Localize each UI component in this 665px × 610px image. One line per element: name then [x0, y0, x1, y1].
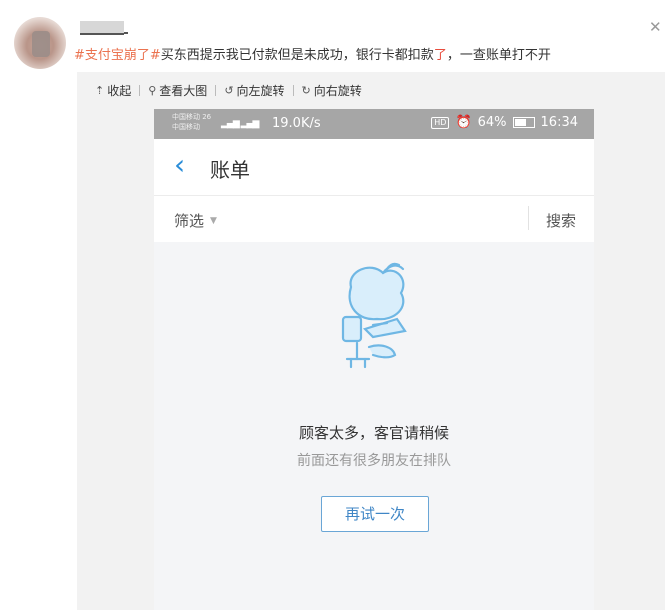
media-viewer: ⇡ 收起 ⚲ 查看大图 ↺ 向左旋转 ↻ 向右旋转 中国移动 26 中国移动 ▂▄▆ ▂… [77, 72, 665, 610]
filter-divider [528, 206, 529, 230]
avatar[interactable] [14, 17, 66, 69]
rotate-left-icon: ↺ [224, 84, 234, 97]
network-speed: 19.0K/s [272, 116, 321, 131]
phone-screenshot: 中国移动 26 中国移动 ▂▄▆ ▂▄▆ 19.0K/s HD ⏰ 64% 16… [154, 109, 594, 610]
retry-button[interactable]: 再试一次 [321, 496, 429, 532]
status-time: 16:34 [540, 115, 578, 130]
filter-bar: 筛选 ▼ 搜索 [154, 196, 594, 242]
post-body: 买东西提示我已付款但是未成功，银行卡都扣款 [160, 48, 434, 63]
hashtag-link[interactable]: #支付宝崩了# [74, 48, 161, 63]
magnifier-icon: ⚲ [148, 84, 157, 97]
status-right: HD ⏰ 64% 16:34 [431, 115, 578, 130]
search-button[interactable]: 搜索 [546, 210, 576, 231]
rotate-left-label: 向左旋转 [236, 84, 285, 98]
close-icon[interactable]: ✕ [649, 20, 663, 35]
caret-down-icon: ▼ [210, 215, 217, 226]
empty-state-title: 顾客太多，客官请稍候 [298, 424, 449, 442]
battery-fill [514, 119, 527, 126]
hd-icon: HD [431, 116, 450, 129]
status-bar: 中国移动 26 中国移动 ▂▄▆ ▂▄▆ 19.0K/s HD ⏰ 64% 16… [154, 109, 594, 139]
carrier-1: 中国移动 26 [172, 113, 212, 121]
view-large-button[interactable]: ⚲ 查看大图 [140, 82, 215, 99]
empty-state-subtitle: 前面还有很多朋友在排队 [297, 453, 451, 469]
page-title: 账单 [210, 158, 250, 182]
view-large-label: 查看大图 [159, 84, 208, 98]
username-underline [124, 32, 128, 34]
post-text: #支付宝崩了#买东西提示我已付款但是未成功，银行卡都扣款了，一查账单打不开 [74, 44, 551, 63]
rotate-right-icon: ↻ [301, 84, 311, 97]
media-toolbar: ⇡ 收起 ⚲ 查看大图 ↺ 向左旋转 ↻ 向右旋转 [95, 82, 370, 99]
nav-bar: ‹ 账单 [154, 139, 594, 196]
collapse-label: 收起 [107, 84, 132, 98]
alarm-icon: ⏰ [455, 115, 472, 130]
rotate-left-button[interactable]: ↺ 向左旋转 [216, 82, 292, 99]
avatar-blur [32, 31, 50, 57]
username-redacted[interactable] [80, 21, 124, 35]
back-icon[interactable]: ‹ [174, 151, 185, 179]
rotate-right-button[interactable]: ↻ 向右旋转 [294, 82, 370, 99]
carrier-info: 中国移动 26 中国移动 [172, 112, 211, 132]
carrier-2: 中国移动 [172, 123, 200, 131]
collapse-icon: ⇡ [95, 84, 105, 97]
battery-percent: 64% [477, 115, 507, 130]
post-highlight: 了 [433, 48, 447, 63]
rotate-right-label: 向右旋转 [313, 84, 362, 98]
collapse-button[interactable]: ⇡ 收起 [95, 82, 139, 99]
post-body-end: ，一查账单打不开 [446, 48, 551, 63]
battery-icon [512, 117, 535, 128]
waiting-illustration-icon [341, 262, 407, 369]
filter-dropdown[interactable]: 筛选 ▼ [174, 210, 217, 231]
filter-label: 筛选 [174, 212, 205, 230]
signal-icon: ▂▄▆ ▂▄▆ [221, 119, 259, 129]
